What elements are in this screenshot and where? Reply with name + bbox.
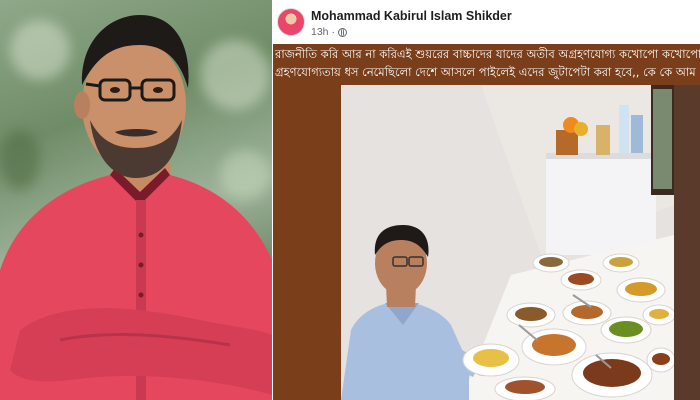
screenshot-frame: Mohammad Kabirul Islam Shikder 13h · রাজ… [0,0,700,400]
portrait-photo [0,0,272,400]
post-header: Mohammad Kabirul Islam Shikder 13h · [273,0,700,44]
author-name[interactable]: Mohammad Kabirul Islam Shikder [311,9,512,23]
dining-scene [341,85,674,400]
facebook-post-card: Mohammad Kabirul Islam Shikder 13h · রাজ… [273,0,700,400]
globe-icon [338,27,348,37]
author-avatar[interactable] [277,8,305,36]
portrait-figure [0,15,272,400]
photo-right-border [674,85,700,400]
post-photo[interactable] [273,85,700,400]
post-text-line-2: গ্রহণযোগ্যতায় ধস নেমেছিলো দেশে আসলে পাই… [275,65,696,79]
photo-left-border [273,85,341,400]
post-text-line-1: রাজনীতি করি আর না করিএই শুয়রের বাচ্চাদে… [275,47,700,61]
post-meta: 13h · [311,26,348,38]
meta-separator: · [331,26,336,38]
post-time[interactable]: 13h [311,26,329,38]
post-text-block: রাজনীতি করি আর না করিএই শুয়রের বাচ্চাদে… [273,44,700,85]
